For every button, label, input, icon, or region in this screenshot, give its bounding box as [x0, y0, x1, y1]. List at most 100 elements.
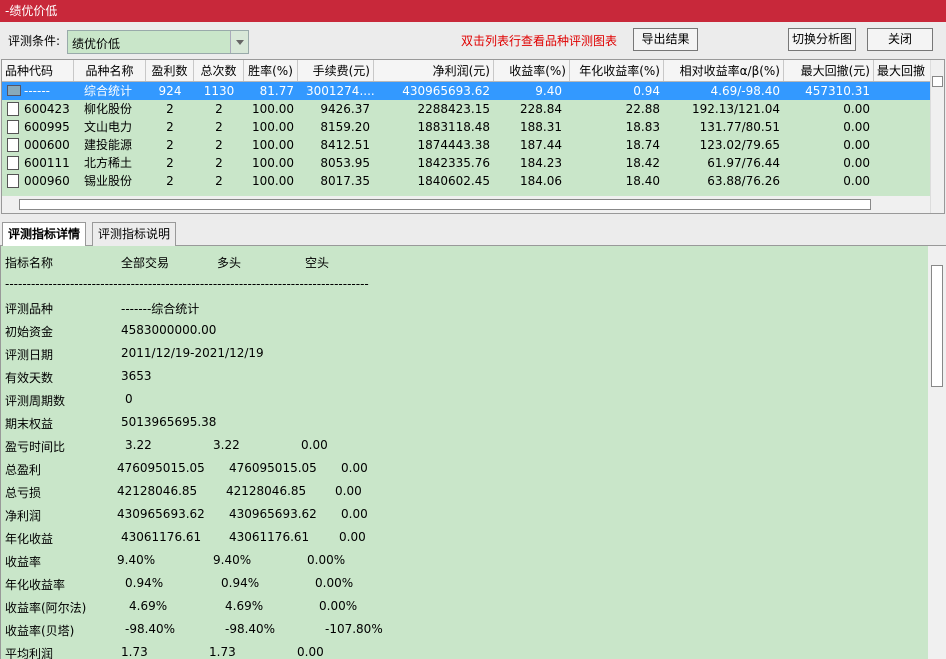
cell-relative: 63.88/76.26: [707, 174, 780, 188]
cell-total: 2: [215, 120, 223, 134]
metric-value: 5013965695.38: [121, 415, 217, 429]
cell-name: 综合统计: [84, 84, 133, 98]
metric-label: 年化收益率: [5, 578, 66, 592]
cell-return: 228.84: [520, 102, 562, 116]
cell-relative: 131.77/80.51: [699, 120, 780, 134]
cell-total: 2: [215, 102, 223, 116]
metric-value: 0.00: [297, 645, 324, 659]
condition-label: 评测条件:: [8, 34, 61, 48]
file-icon: [7, 174, 19, 188]
col-header-fee[interactable]: 手续费(元): [298, 60, 374, 81]
col-header-return[interactable]: 收益率(%): [494, 60, 570, 81]
metric-value: 0.00: [339, 530, 366, 544]
cell-return: 9.40: [535, 84, 562, 98]
detail-scrollbar[interactable]: [928, 246, 946, 659]
cell-winrate: 81.77: [259, 84, 294, 98]
metric-label: 收益率(贝塔): [5, 624, 75, 638]
table-row[interactable]: 600423 柳化股份 2 2 100.00 9426.37 2288423.1…: [2, 100, 930, 118]
vertical-scrollbar[interactable]: [930, 60, 944, 213]
cell-drawdown: 0.00: [843, 138, 870, 152]
cell-relative: 123.02/79.65: [699, 138, 780, 152]
metric-value: 4.69%: [129, 599, 168, 613]
metric-label: 总亏损: [5, 486, 42, 500]
table-row[interactable]: 000600 建投能源 2 2 100.00 8412.51 1874443.3…: [2, 136, 930, 154]
cell-annual: 0.94: [633, 84, 660, 98]
metric-label: 有效天数: [5, 371, 54, 385]
metric-value: 3653: [121, 369, 152, 383]
metric-label: 收益率: [5, 555, 42, 569]
col-header-drawdown[interactable]: 最大回撤(元): [784, 60, 874, 81]
metric-value: 0.00: [335, 484, 362, 498]
col-header-annual[interactable]: 年化收益率(%): [570, 60, 664, 81]
cell-fee: 3001274....: [306, 84, 374, 98]
results-table: 品种代码 品种名称 盈利数 总次数 胜率(%) 手续费(元) 净利润(元) 收益…: [1, 59, 945, 214]
condition-select[interactable]: 绩优价低: [67, 30, 249, 54]
metric-value: 0: [125, 392, 133, 406]
table-row[interactable]: 600995 文山电力 2 2 100.00 8159.20 1883118.4…: [2, 118, 930, 136]
metric-value: 0.00: [341, 461, 368, 475]
metric-label: 收益率(阿尔法): [5, 601, 87, 615]
file-icon: [7, 120, 19, 134]
col-header-relative[interactable]: 相对收益率α/β(%): [664, 60, 784, 81]
scroll-thumb[interactable]: [931, 265, 943, 387]
cell-annual: 18.42: [625, 156, 660, 170]
metric-value: 1.73: [209, 645, 236, 659]
cell-wins: 2: [166, 120, 174, 134]
col-header-winrate[interactable]: 胜率(%): [244, 60, 298, 81]
cell-total: 2: [215, 156, 223, 170]
cell-net: 430965693.62: [402, 84, 490, 98]
metric-value: 0.00: [301, 438, 328, 452]
cell-code: 600423: [24, 102, 70, 116]
tab-explain[interactable]: 评测指标说明: [92, 222, 177, 246]
close-button[interactable]: 关闭: [867, 28, 933, 51]
cell-code: 000960: [24, 174, 70, 188]
toolbar: 评测条件: 绩优价低 双击列表行查看品种评测图表 导出结果 切换分析图 关闭: [0, 22, 946, 59]
cell-fee: 9426.37: [320, 102, 370, 116]
table-row[interactable]: ------ 综合统计 924 1130 81.77 3001274.... 4…: [2, 82, 930, 100]
cell-return: 188.31: [520, 120, 562, 134]
metric-value: -98.40%: [225, 622, 276, 636]
cell-winrate: 100.00: [252, 174, 294, 188]
cell-code: ------: [24, 84, 50, 98]
file-icon: [7, 102, 19, 116]
metric-label: 评测日期: [5, 348, 54, 362]
tab-detail[interactable]: 评测指标详情: [2, 222, 87, 247]
horizontal-scrollbar[interactable]: [2, 196, 930, 213]
cell-annual: 18.83: [625, 120, 660, 134]
col-header-name[interactable]: 品种名称: [74, 60, 146, 81]
export-button[interactable]: 导出结果: [633, 28, 698, 51]
cell-fee: 8412.51: [320, 138, 370, 152]
scroll-thumb[interactable]: [19, 199, 871, 210]
table-row[interactable]: 000960 锡业股份 2 2 100.00 8017.35 1840602.4…: [2, 172, 930, 190]
cell-relative: 4.69/-98.40: [710, 84, 780, 98]
scroll-thumb[interactable]: [932, 76, 943, 87]
col-header-total[interactable]: 总次数: [194, 60, 244, 81]
metric-value: 2011/12/19-2021/12/19: [121, 346, 264, 360]
file-icon: [7, 138, 19, 152]
metric-label: 净利润: [5, 509, 42, 523]
metric-value: 430965693.62: [117, 507, 205, 521]
cell-net: 1842335.76: [417, 156, 490, 170]
cell-relative: 192.13/121.04: [691, 102, 780, 116]
cell-code: 600995: [24, 120, 70, 134]
cell-wins: 2: [166, 138, 174, 152]
metric-value: 476095015.05: [117, 461, 205, 475]
metric-value: 4.69%: [225, 599, 264, 613]
metric-value: 43061176.61: [229, 530, 310, 544]
col-header-net[interactable]: 净利润(元): [374, 60, 494, 81]
cell-annual: 18.40: [625, 174, 660, 188]
detail-separator: ----------------------------------------…: [5, 277, 369, 291]
col-header-code[interactable]: 品种代码: [2, 60, 74, 81]
table-body: ------ 综合统计 924 1130 81.77 3001274.... 4…: [2, 82, 930, 196]
detail-header-all: 全部交易: [121, 256, 170, 270]
col-header-wins[interactable]: 盈利数: [146, 60, 194, 81]
col-header-drawdown2[interactable]: 最大回撤: [874, 60, 930, 81]
metric-label: 期末权益: [5, 417, 54, 431]
metric-value: 3.22: [213, 438, 240, 452]
dropdown-button[interactable]: [230, 31, 248, 53]
table-row[interactable]: 600111 北方稀土 2 2 100.00 8053.95 1842335.7…: [2, 154, 930, 172]
cell-net: 1883118.48: [417, 120, 490, 134]
table-header: 品种代码 品种名称 盈利数 总次数 胜率(%) 手续费(元) 净利润(元) 收益…: [2, 60, 930, 82]
switch-chart-button[interactable]: 切换分析图: [788, 28, 856, 51]
cell-name: 北方稀土: [84, 156, 133, 170]
